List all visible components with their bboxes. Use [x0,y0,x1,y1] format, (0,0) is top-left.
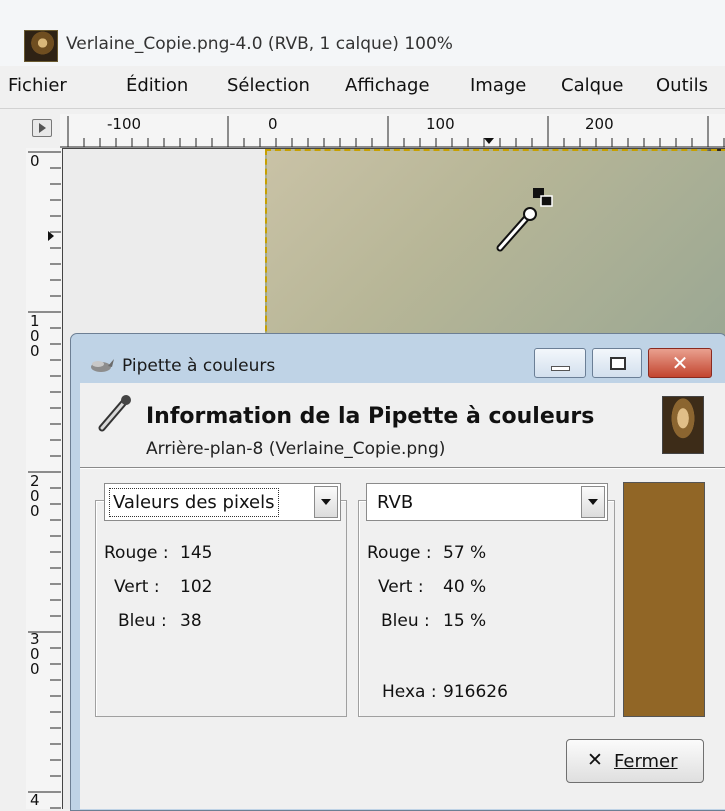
close-button-label: Fermer [614,751,678,772]
left-red-value: 145 [180,543,213,563]
menu-affichage[interactable]: Affichage [345,75,430,96]
horizontal-ruler[interactable]: -100 0 100 200 [60,114,725,149]
pointer-position-marker [484,138,494,144]
right-mode-value: RVB [377,492,414,513]
right-green-label: Vert : [378,577,424,597]
menu-edition[interactable]: Édition [126,75,188,96]
vertical-ruler[interactable]: 0 1 0 0 2 0 0 3 0 0 4 [26,148,63,809]
right-green-value: 40 % [443,577,487,597]
eyedropper-icon [98,395,131,432]
left-red-label: Rouge : [104,543,169,563]
ruler-label: 200 [585,115,614,133]
menu-outils[interactable]: Outils [656,75,708,96]
image-thumbnail-icon [662,396,704,454]
ruler-label: 0 [268,115,278,133]
image-thumbnail-icon [24,30,58,62]
hex-label: Hexa : [382,682,437,702]
right-blue-label: Bleu : [381,611,430,631]
close-window-button[interactable]: ✕ [648,348,712,378]
left-green-value: 102 [180,577,213,597]
ruler-label: 3 0 0 [30,630,40,678]
maximize-button[interactable] [592,348,642,378]
close-icon: ✕ [671,351,689,375]
left-mode-value: Valeurs des pixels [109,488,279,517]
menu-image[interactable]: Image [470,75,526,96]
window-title: Verlaine_Copie.png-4.0 (RVB, 1 calque) 1… [66,34,453,54]
color-swatch [623,482,705,717]
ruler-label: 100 [426,115,455,133]
ruler-label: -100 [107,115,142,133]
close-button[interactable]: ✕ Fermer [566,739,704,783]
left-blue-value: 38 [180,611,202,631]
close-icon: ✕ [587,749,603,771]
right-red-value: 57 % [443,543,487,563]
ruler-label: 1 0 0 [30,312,40,360]
color-picker-icon [91,359,114,372]
quick-mask-toggle-button[interactable] [32,119,52,137]
eyedropper-cursor-icon [496,188,553,252]
right-blue-value: 15 % [443,611,487,631]
ruler-label: 0 [30,152,40,170]
chevron-down-icon[interactable] [314,486,338,518]
right-mode-select[interactable]: RVB [366,483,608,521]
left-green-label: Vert : [114,577,160,597]
horizontal-ruler-ticks [60,116,725,148]
ruler-label: 4 [30,791,40,809]
header-subtitle: Arrière-plan-8 (Verlaine_Copie.png) [146,439,446,459]
dialog-title: Pipette à couleurs [122,356,276,376]
left-blue-label: Bleu : [118,611,167,631]
menu-selection[interactable]: Sélection [227,75,310,96]
left-mode-select[interactable]: Valeurs des pixels [104,483,341,521]
window-titlebar [0,0,725,66]
chevron-down-icon[interactable] [581,486,605,518]
hex-value: 916626 [443,682,508,702]
menu-calque[interactable]: Calque [561,75,624,96]
menu-fichier[interactable]: Fichier [8,75,67,96]
pixel-values-panel [95,500,347,717]
minimize-button[interactable] [534,348,586,378]
header-separator [80,467,725,469]
ruler-label: 2 0 0 [30,472,40,520]
right-red-label: Rouge : [367,543,432,563]
header-title: Information de la Pipette à couleurs [146,404,595,429]
